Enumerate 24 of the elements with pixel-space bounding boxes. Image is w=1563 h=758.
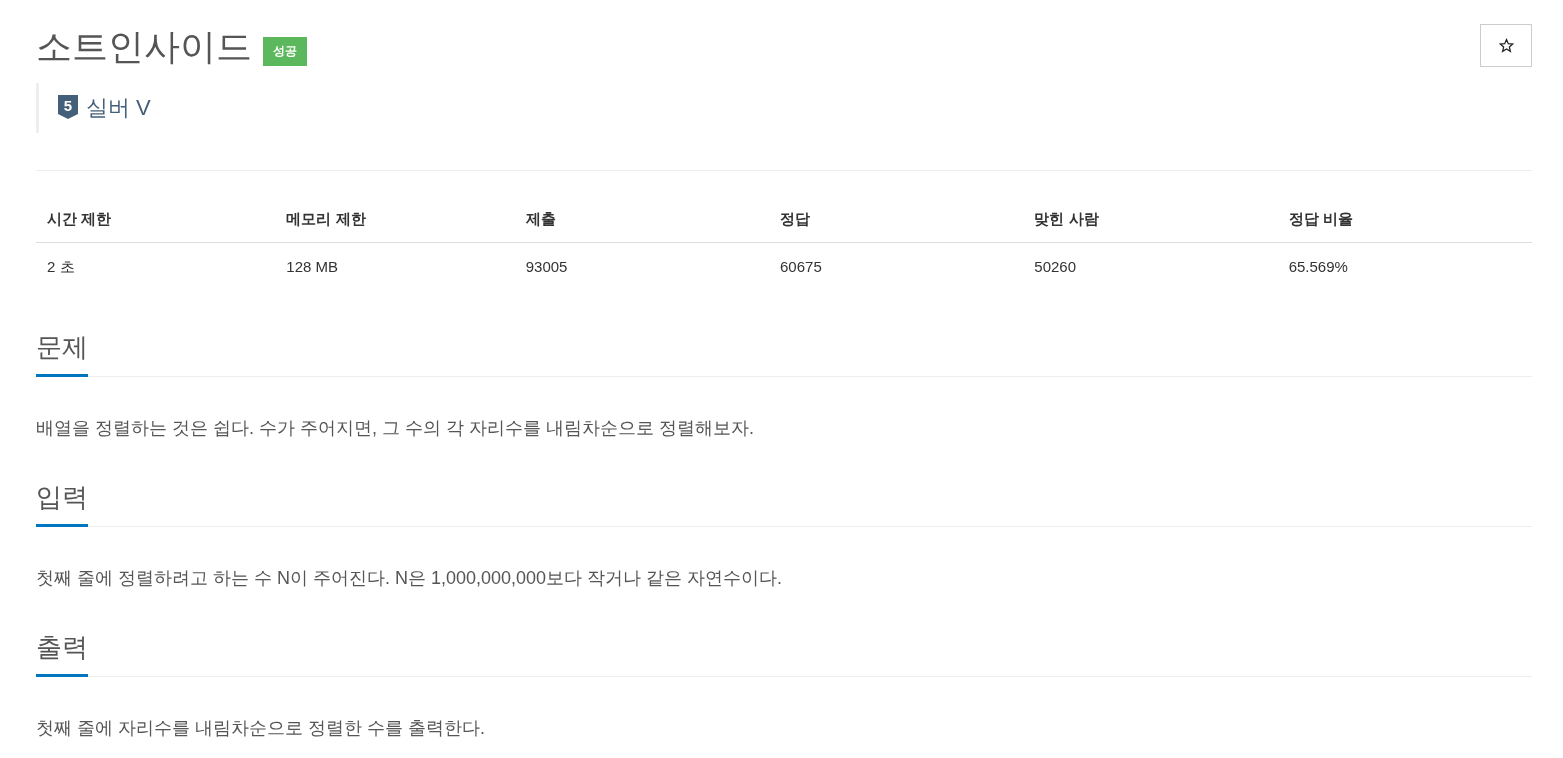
column-header: 시간 제한 (47, 210, 112, 227)
star-button[interactable] (1480, 24, 1532, 67)
column-header: 메모리 제한 (286, 210, 366, 227)
column-header: 제출 (525, 210, 556, 227)
section-text: 첫째 줄에 자리수를 내림차순으로 정렬한 수를 출력한다. (36, 717, 486, 740)
stat-value: 2 초 (47, 258, 75, 275)
column-header: 정답 (780, 210, 811, 227)
stat-value: 128 MB (286, 258, 339, 275)
stat-value: 50260 (1034, 258, 1077, 275)
tier-label: 실버 V (86, 95, 151, 121)
stat-value: 93005 (525, 258, 568, 275)
section-heading: 출력 (36, 632, 88, 677)
section-text: 배열을 정렬하는 것은 쉽다. 수가 주어지면, 그 수의 각 자리수를 내림차순으로 정렬해보자. (36, 417, 755, 440)
stat-value: 65.569% (1288, 258, 1348, 275)
section-heading: 문제 (36, 332, 88, 377)
column-header: 정답 비율 (1288, 210, 1353, 227)
stat-value: 60675 (780, 258, 822, 275)
column-header: 맞힌 사람 (1034, 210, 1099, 227)
result-badge: 성공 (263, 36, 307, 66)
problem-title: 소트인사이드 (36, 27, 252, 67)
tier-icon: 5 (58, 95, 78, 121)
section-heading: 입력 (36, 482, 88, 527)
section-text: 첫째 줄에 정렬하려고 하는 수 N이 주어진다. N은 1,000,000,000보다 작거나 같은 자연수이다. (36, 567, 784, 590)
star-icon (1498, 38, 1514, 53)
